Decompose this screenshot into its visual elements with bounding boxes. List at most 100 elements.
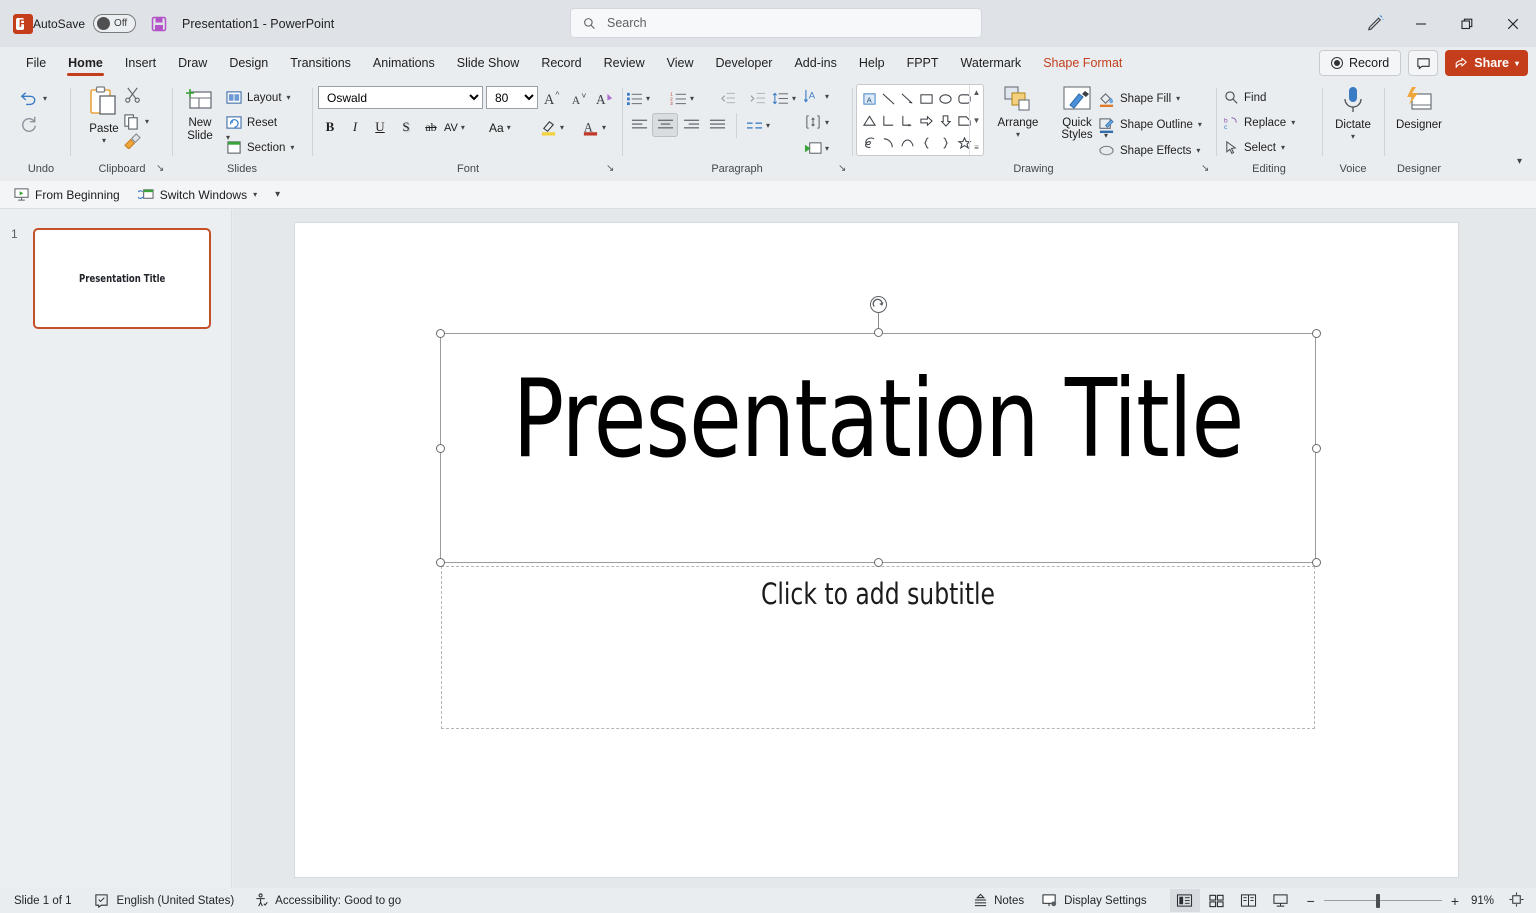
- justify-button[interactable]: [704, 113, 730, 137]
- tab-record[interactable]: Record: [531, 52, 591, 76]
- format-painter-button[interactable]: [123, 132, 141, 152]
- text-direction-chevron-down-icon[interactable]: ▾: [825, 92, 829, 101]
- subtitle-placeholder-text[interactable]: Click to add subtitle: [486, 577, 1271, 611]
- spellcheck-button[interactable]: [94, 893, 109, 908]
- tab-add-ins[interactable]: Add-ins: [784, 52, 846, 76]
- text-direction-button[interactable]: A ▾: [804, 84, 829, 109]
- tab-animations[interactable]: Animations: [363, 52, 445, 76]
- shape-left-brace[interactable]: [917, 132, 936, 154]
- bullets-button[interactable]: ▾: [626, 86, 650, 111]
- tab-design[interactable]: Design: [219, 52, 278, 76]
- fit-to-window-button[interactable]: [1509, 891, 1524, 910]
- share-chevron-down-icon[interactable]: ▾: [1515, 59, 1519, 68]
- replace-chevron-down-icon[interactable]: ▾: [1291, 118, 1295, 127]
- shape-curve[interactable]: [898, 132, 917, 154]
- tab-fppt[interactable]: FPPT: [897, 52, 949, 76]
- view-slide-show-button[interactable]: [1266, 889, 1296, 912]
- smartart-chevron-down-icon[interactable]: ▾: [825, 144, 829, 153]
- character-spacing-chevron-down-icon[interactable]: ▾: [461, 123, 465, 132]
- text-highlight-color-button[interactable]: ▾: [540, 115, 564, 140]
- bold-button[interactable]: B: [317, 115, 343, 139]
- shape-outline-chevron-down-icon[interactable]: ▾: [1198, 120, 1202, 129]
- notes-button[interactable]: Notes: [973, 893, 1024, 908]
- clipboard-dialog-launcher[interactable]: ↘: [156, 163, 164, 174]
- shape-elbow-arrow-connector[interactable]: [898, 110, 917, 132]
- copy-button[interactable]: ▾: [123, 109, 149, 134]
- highlight-chevron-down-icon[interactable]: ▾: [560, 123, 564, 132]
- shapes-gallery[interactable]: A ▲ ▼ ≡: [856, 84, 984, 156]
- share-button[interactable]: Share ▾: [1445, 50, 1528, 76]
- slide-thumbnail-1[interactable]: Presentation Title: [33, 228, 211, 329]
- shape-down-arrow[interactable]: [936, 110, 955, 132]
- save-icon[interactable]: [150, 15, 168, 33]
- columns-button[interactable]: ▾: [736, 113, 770, 138]
- paste-chevron-down-icon[interactable]: ▾: [102, 136, 106, 145]
- underline-button[interactable]: U: [367, 115, 393, 139]
- align-text-button[interactable]: ▾: [804, 110, 829, 135]
- arrange-button[interactable]: Arrange ▾: [992, 85, 1044, 139]
- new-slide-button[interactable]: New Slide ▾: [176, 85, 230, 143]
- title-text[interactable]: Presentation Title: [493, 360, 1262, 480]
- subtitle-placeholder[interactable]: Click to add subtitle: [441, 566, 1315, 729]
- from-beginning-button[interactable]: From Beginning: [14, 187, 120, 202]
- italic-button[interactable]: I: [342, 115, 368, 139]
- resize-handle-top-left[interactable]: [436, 329, 445, 338]
- increase-indent-button[interactable]: [744, 86, 770, 110]
- display-settings-button[interactable]: Display Settings: [1042, 893, 1147, 908]
- undo-chevron-down-icon[interactable]: ▾: [43, 94, 47, 103]
- title-placeholder[interactable]: Presentation Title: [436, 296, 1321, 567]
- resize-handle-middle-left[interactable]: [436, 444, 445, 453]
- redo-button[interactable]: [19, 114, 39, 135]
- dictate-chevron-down-icon[interactable]: ▾: [1351, 132, 1355, 141]
- qat-overflow-button[interactable]: ▾: [275, 189, 280, 200]
- search-input[interactable]: Search: [570, 8, 982, 38]
- accessibility-status[interactable]: Accessibility: Good to go: [254, 893, 401, 908]
- zoom-level-label[interactable]: 91%: [1471, 895, 1501, 907]
- align-left-button[interactable]: [626, 113, 652, 137]
- font-name-combobox[interactable]: Oswald: [318, 86, 483, 109]
- switch-windows-button[interactable]: Switch Windows ▾: [137, 187, 257, 202]
- decrease-font-size-button[interactable]: A ˅: [566, 86, 592, 110]
- align-text-chevron-down-icon[interactable]: ▾: [825, 118, 829, 127]
- tab-transitions[interactable]: Transitions: [280, 52, 361, 76]
- shapes-gallery-scrollbar[interactable]: ▲ ▼ ≡: [969, 85, 983, 155]
- font-size-combobox[interactable]: 80: [486, 86, 538, 109]
- tab-review[interactable]: Review: [594, 52, 655, 76]
- shape-arc[interactable]: [879, 132, 898, 154]
- shape-right-brace[interactable]: [936, 132, 955, 154]
- columns-chevron-down-icon[interactable]: ▾: [766, 121, 770, 130]
- strikethrough-button[interactable]: ab: [418, 115, 444, 139]
- reset-button[interactable]: Reset: [226, 110, 277, 135]
- shape-oval[interactable]: [936, 88, 955, 110]
- shape-triangle[interactable]: [860, 110, 879, 132]
- shape-line[interactable]: [879, 88, 898, 110]
- convert-to-smartart-button[interactable]: ▾: [804, 136, 829, 161]
- line-spacing-button[interactable]: ▾: [772, 86, 796, 111]
- clear-formatting-button[interactable]: A: [592, 86, 618, 110]
- zoom-in-button[interactable]: +: [1451, 893, 1459, 909]
- switch-windows-chevron-down-icon[interactable]: ▾: [253, 190, 257, 199]
- shape-effects-chevron-down-icon[interactable]: ▾: [1196, 146, 1200, 155]
- resize-handle-bottom-right[interactable]: [1312, 558, 1321, 567]
- resize-handle-bottom-center[interactable]: [874, 558, 883, 567]
- shapes-scroll-down-icon[interactable]: ▼: [973, 116, 981, 125]
- copy-chevron-down-icon[interactable]: ▾: [145, 117, 149, 126]
- align-center-button[interactable]: [652, 113, 678, 137]
- shape-outline-button[interactable]: Shape Outline ▾: [1098, 112, 1202, 137]
- font-color-button[interactable]: A ▾: [582, 115, 606, 140]
- resize-handle-middle-right[interactable]: [1312, 444, 1321, 453]
- collapse-ribbon-button[interactable]: ▾: [1517, 156, 1522, 167]
- layout-button[interactable]: Layout ▾: [226, 85, 291, 110]
- slide-editing-surface[interactable]: Presentation Title Click to add subtitle: [295, 223, 1458, 877]
- select-chevron-down-icon[interactable]: ▾: [1281, 143, 1285, 152]
- shapes-more-icon[interactable]: ≡: [974, 143, 979, 152]
- increase-font-size-button[interactable]: A ^: [540, 86, 566, 110]
- tab-home[interactable]: Home: [58, 52, 113, 76]
- minimize-button[interactable]: [1398, 0, 1444, 47]
- paragraph-dialog-launcher[interactable]: ↘: [838, 163, 846, 174]
- resize-handle-bottom-left[interactable]: [436, 558, 445, 567]
- tab-slide-show[interactable]: Slide Show: [447, 52, 530, 76]
- shapes-scroll-up-icon[interactable]: ▲: [973, 88, 981, 97]
- tab-draw[interactable]: Draw: [168, 52, 217, 76]
- layout-chevron-down-icon[interactable]: ▾: [287, 93, 291, 102]
